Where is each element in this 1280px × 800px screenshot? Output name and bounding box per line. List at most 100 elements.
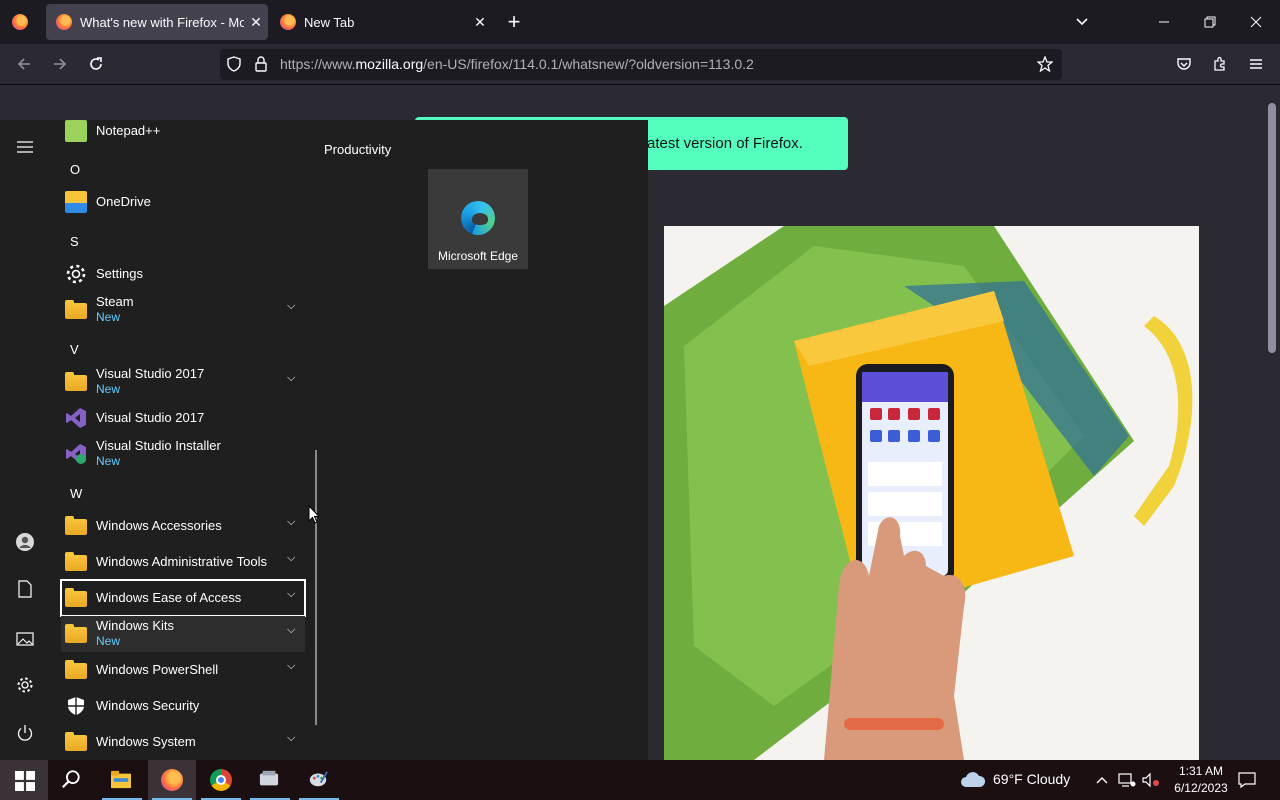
app-name: Visual Studio 2017 (96, 366, 205, 381)
tiles-panel: Productivity Microsoft Edge (320, 120, 648, 760)
app-windows-accessories-folder[interactable]: Windows Accessories ⌵ (61, 508, 305, 544)
folder-icon (65, 624, 87, 643)
chevron-down-icon[interactable]: ⌵ (287, 732, 295, 745)
new-tab-button[interactable]: + (496, 4, 532, 40)
app-name: Windows Security (96, 698, 200, 713)
url-text[interactable]: https://www.mozilla.org/en-US/firefox/11… (280, 56, 754, 72)
reload-icon[interactable] (78, 46, 114, 82)
app-name: Windows Ease of Access (96, 590, 242, 605)
settings-gear-icon[interactable] (13, 676, 37, 700)
app-taskbar-button[interactable] (246, 760, 294, 800)
forward-icon[interactable] (42, 46, 78, 82)
hamburger-icon[interactable] (13, 136, 37, 160)
list-all-tabs-icon[interactable] (1064, 4, 1100, 40)
app-windows-security[interactable]: Windows Security (61, 688, 305, 724)
back-icon[interactable] (6, 46, 42, 82)
tab-title: New Tab (304, 14, 355, 30)
app-windows-powershell-folder[interactable]: Windows PowerShell ⌵ (61, 652, 305, 688)
documents-icon[interactable] (13, 580, 37, 604)
chrome-taskbar-button[interactable] (197, 760, 245, 800)
minimize-icon[interactable] (1146, 4, 1182, 40)
firefox-favicon-icon (280, 14, 296, 30)
new-badge: New (96, 634, 121, 648)
hamburger-menu-icon[interactable] (1238, 46, 1274, 82)
app-name: Windows PowerShell (96, 662, 219, 677)
folder-icon (65, 300, 87, 319)
app-visual-studio-2017-folder[interactable]: Visual Studio 2017 New ⌵ (61, 364, 305, 400)
visual-studio-installer-icon (65, 443, 87, 465)
chevron-up-icon[interactable] (1096, 770, 1108, 789)
app-list-scrollbar[interactable] (315, 450, 317, 725)
url-path: /en-US/firefox/114.0.1/whatsnew/?oldvers… (423, 56, 754, 72)
new-badge: New (96, 382, 121, 396)
app-visual-studio-installer[interactable]: Visual Studio Installer New (61, 436, 305, 472)
chevron-down-icon[interactable]: ⌵ (287, 624, 295, 637)
app-windows-kits-folder[interactable]: Windows Kits New ⌵ (61, 616, 305, 652)
folder-icon (65, 552, 87, 571)
page-scrollbar[interactable] (1264, 85, 1280, 760)
letter-header-w[interactable]: W (70, 486, 82, 501)
volume-muted-icon[interactable] (1142, 770, 1160, 791)
app-onedrive[interactable]: OneDrive (61, 184, 305, 220)
tile-group-title[interactable]: Productivity (324, 142, 391, 157)
app-windows-administrative-tools-folder[interactable]: Windows Administrative Tools ⌵ (61, 544, 305, 580)
chevron-down-icon[interactable]: ⌵ (287, 552, 295, 565)
tab-whats-new[interactable]: What's new with Firefox - More ✕ (46, 4, 268, 40)
app-name: Windows Accessories (96, 518, 222, 533)
search-button[interactable] (48, 760, 96, 800)
file-explorer-button[interactable] (98, 760, 146, 800)
folder-icon (65, 732, 87, 751)
folder-icon (65, 588, 87, 607)
bookmark-star-icon[interactable] (1036, 55, 1054, 77)
firefox-favicon-icon (56, 14, 72, 30)
letter-header-v[interactable]: V (70, 342, 79, 357)
lock-icon[interactable] (254, 56, 268, 77)
user-account-icon[interactable] (13, 532, 37, 556)
close-window-icon[interactable] (1238, 4, 1274, 40)
network-icon[interactable] (1118, 770, 1136, 791)
app-settings[interactable]: Settings (61, 256, 305, 292)
weather-text[interactable]: 69°F Cloudy (993, 771, 1070, 787)
shield-icon (65, 695, 87, 717)
notepad-plus-plus-icon (65, 120, 87, 142)
firefox-icon (161, 769, 183, 791)
restore-icon[interactable] (1192, 4, 1228, 40)
url-bar[interactable]: https://www.mozilla.org/en-US/firefox/11… (220, 49, 1062, 80)
app-notepad-plus-plus[interactable]: Notepad++ (61, 120, 305, 149)
chevron-down-icon[interactable]: ⌵ (287, 516, 295, 529)
chevron-down-icon[interactable]: ⌵ (287, 588, 295, 601)
onedrive-icon (65, 191, 87, 213)
taskbar-clock[interactable]: 1:31 AM 6/12/2023 (1168, 763, 1234, 797)
tracking-protection-shield-icon[interactable] (226, 56, 242, 77)
start-button[interactable] (0, 760, 48, 800)
chevron-down-icon[interactable]: ⌵ (287, 300, 295, 313)
cloud-icon[interactable] (960, 770, 986, 793)
app-name: Notepad++ (96, 123, 161, 138)
extensions-icon[interactable] (1202, 46, 1238, 82)
chevron-down-icon[interactable]: ⌵ (287, 372, 295, 385)
tab-bar: What's new with Firefox - More ✕ New Tab… (0, 0, 1280, 44)
tile-microsoft-edge[interactable]: Microsoft Edge (428, 169, 528, 269)
close-tab-icon[interactable]: ✕ (468, 14, 492, 31)
page-scrollbar-thumb[interactable] (1268, 103, 1276, 353)
app-windows-system-folder[interactable]: Windows System ⌵ (61, 724, 305, 760)
pocket-icon[interactable] (1166, 46, 1202, 82)
pictures-icon[interactable] (13, 628, 37, 652)
app-windows-ease-of-access-folder[interactable]: Windows Ease of Access ⌵ (60, 579, 306, 617)
taskbar: 69°F Cloudy 1:31 AM 6/12/2023 (0, 760, 1280, 800)
letter-header-o[interactable]: O (70, 162, 80, 177)
folder-icon (65, 372, 87, 391)
tab-new-tab[interactable]: New Tab ✕ (270, 4, 492, 40)
paint-taskbar-button[interactable] (295, 760, 343, 800)
close-tab-icon[interactable]: ✕ (244, 14, 268, 31)
chevron-down-icon[interactable]: ⌵ (287, 660, 295, 673)
firefox-taskbar-button[interactable] (148, 760, 196, 800)
notifications-icon[interactable] (1238, 770, 1256, 792)
firefox-menu-icon[interactable] (2, 4, 38, 40)
app-name: Steam (96, 294, 134, 309)
power-icon[interactable] (13, 724, 37, 748)
app-visual-studio-2017[interactable]: Visual Studio 2017 (61, 400, 305, 436)
settings-icon (65, 263, 87, 285)
letter-header-s[interactable]: S (70, 234, 79, 249)
app-steam-folder[interactable]: Steam New ⌵ (61, 292, 305, 328)
